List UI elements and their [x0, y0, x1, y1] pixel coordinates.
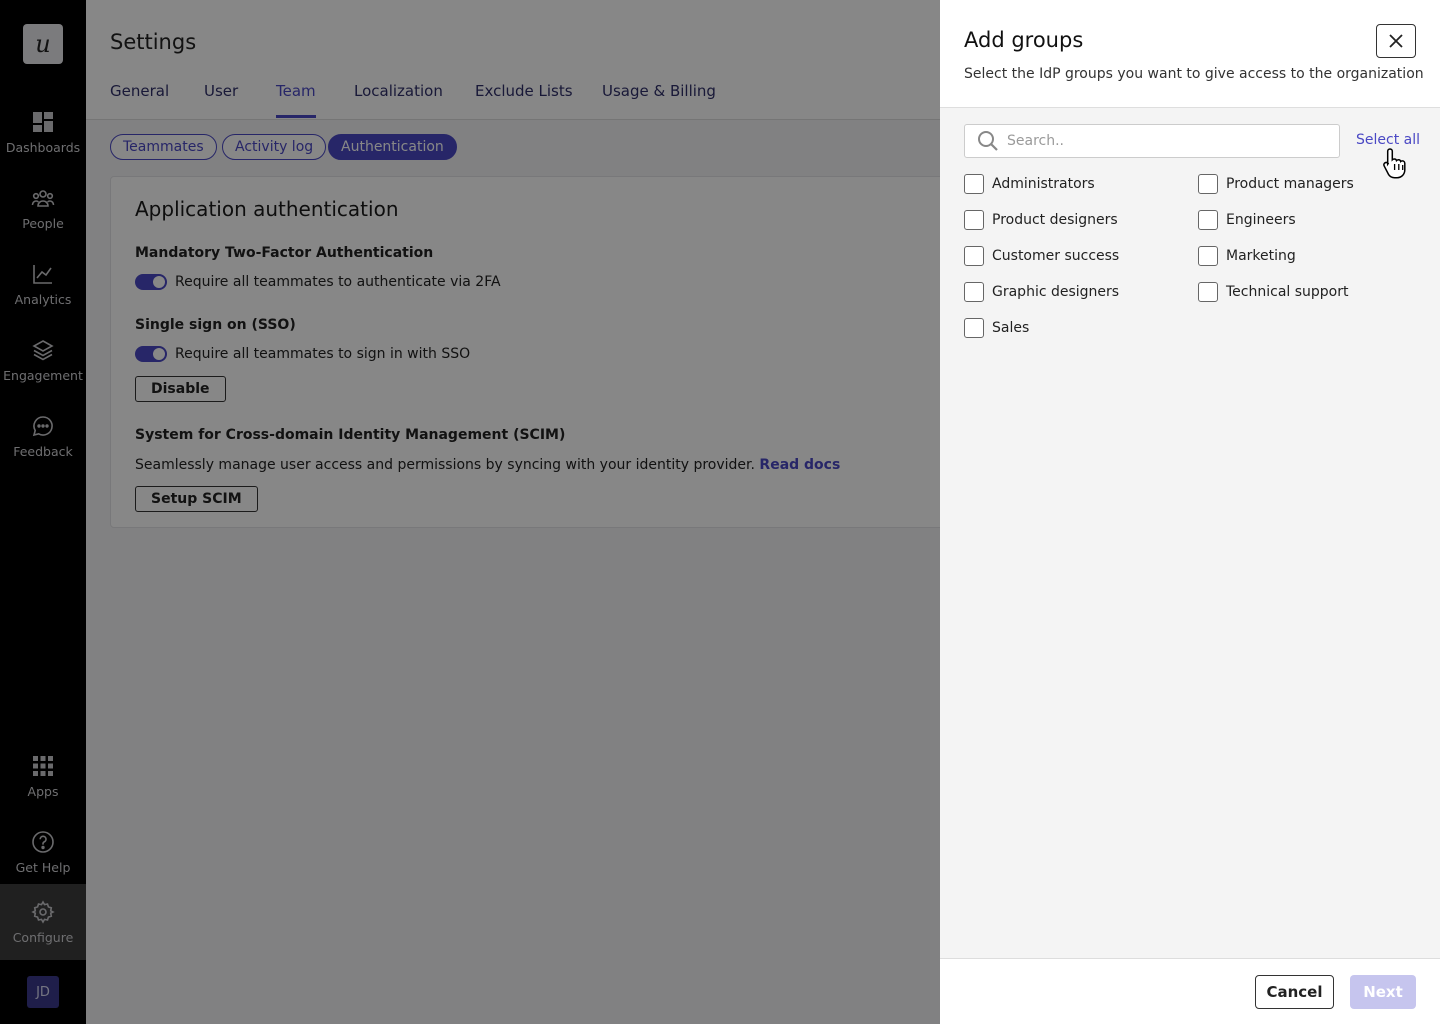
- checkbox[interactable]: [1198, 210, 1218, 230]
- checkbox[interactable]: [964, 210, 984, 230]
- checkbox[interactable]: [964, 282, 984, 302]
- modal-overlay[interactable]: [0, 0, 940, 1024]
- add-groups-drawer: Add groups Select the IdP groups you wan…: [940, 0, 1440, 1024]
- close-icon: [1389, 34, 1403, 48]
- drawer-footer: Cancel Next: [940, 958, 1440, 1024]
- group-label: Product designers: [992, 212, 1118, 228]
- checkbox[interactable]: [1198, 246, 1218, 266]
- search-input[interactable]: [1007, 133, 1327, 149]
- group-checkbox-sales[interactable]: Sales: [964, 318, 1029, 338]
- group-label: Technical support: [1226, 284, 1349, 300]
- group-checkbox-marketing[interactable]: Marketing: [1198, 246, 1296, 266]
- group-label: Sales: [992, 320, 1030, 336]
- group-checkbox-graphic-designers[interactable]: Graphic designers: [964, 282, 1119, 302]
- checkbox[interactable]: [964, 318, 984, 338]
- drawer-subtitle: Select the IdP groups you want to give a…: [964, 66, 1424, 82]
- next-button[interactable]: Next: [1350, 975, 1416, 1009]
- search-box: [964, 124, 1340, 158]
- group-label: Marketing: [1226, 248, 1296, 264]
- checkbox[interactable]: [964, 174, 984, 194]
- group-checkbox-product-designers[interactable]: Product designers: [964, 210, 1118, 230]
- group-checkbox-product-managers[interactable]: Product managers: [1198, 174, 1354, 194]
- group-label: Engineers: [1226, 212, 1296, 228]
- group-label: Product managers: [1226, 176, 1354, 192]
- checkbox[interactable]: [1198, 174, 1218, 194]
- drawer-header: Add groups Select the IdP groups you wan…: [940, 0, 1440, 108]
- group-label: Customer success: [992, 248, 1120, 264]
- drawer-title: Add groups: [964, 28, 1084, 52]
- group-label: Graphic designers: [992, 284, 1120, 300]
- search-icon: [978, 131, 998, 151]
- checkbox[interactable]: [964, 246, 984, 266]
- cancel-button[interactable]: Cancel: [1255, 975, 1334, 1009]
- group-checkbox-administrators[interactable]: Administrators: [964, 174, 1095, 194]
- group-checkbox-technical-support[interactable]: Technical support: [1198, 282, 1349, 302]
- group-label: Administrators: [992, 176, 1095, 192]
- group-checkbox-engineers[interactable]: Engineers: [1198, 210, 1296, 230]
- group-checkbox-customer-success[interactable]: Customer success: [964, 246, 1119, 266]
- checkbox[interactable]: [1198, 282, 1218, 302]
- hand-cursor-icon: [1383, 148, 1406, 179]
- close-button[interactable]: [1376, 24, 1416, 58]
